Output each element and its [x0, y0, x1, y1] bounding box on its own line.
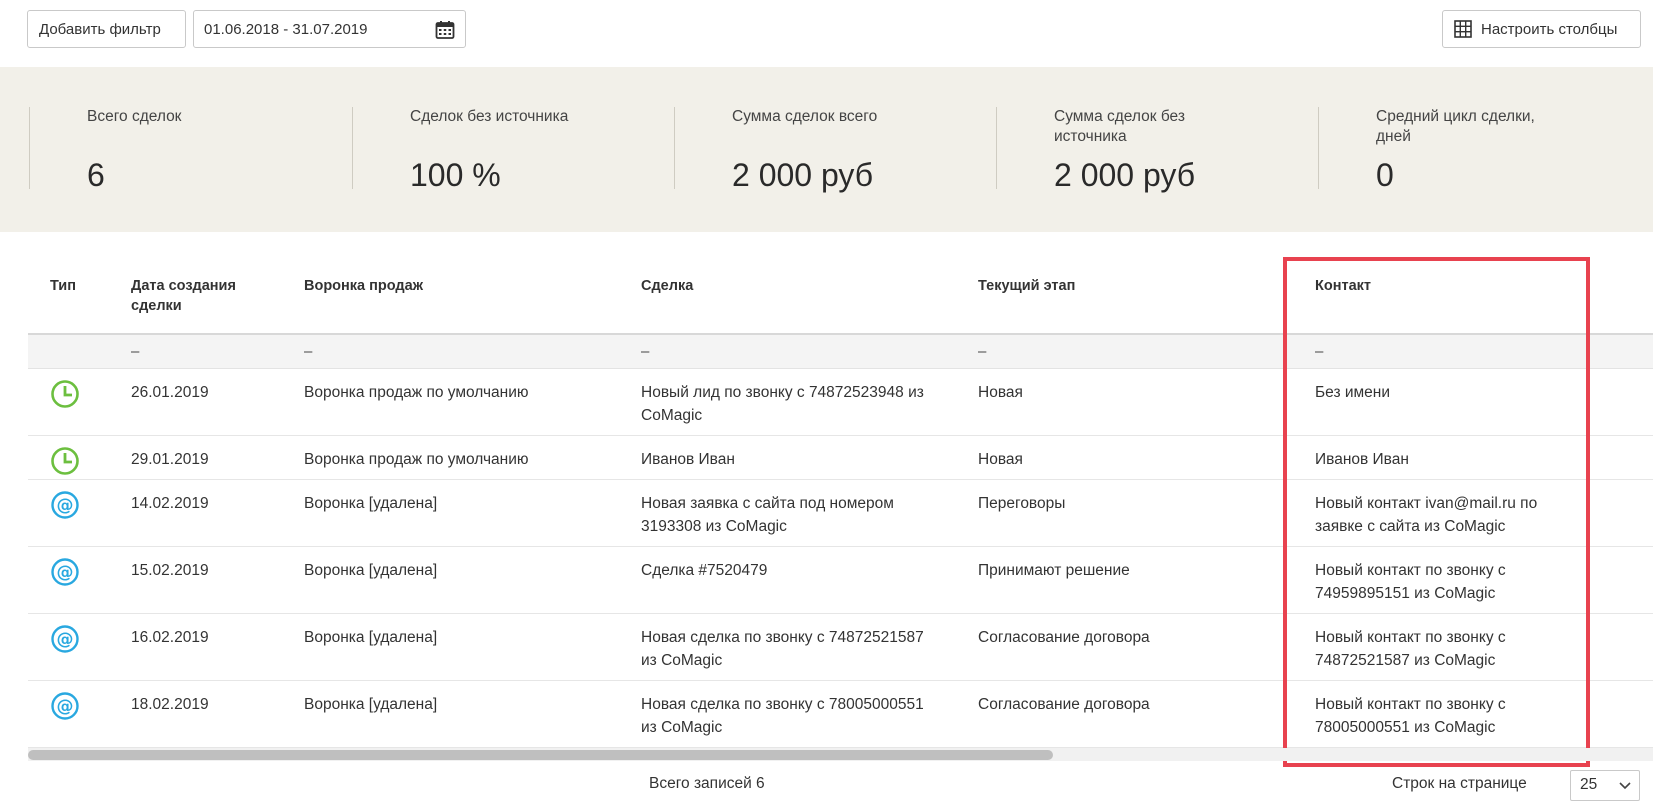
- svg-text:@: @: [57, 697, 74, 717]
- stat-label: Сумма сделок без источника: [1054, 108, 1185, 145]
- calendar-icon[interactable]: [435, 20, 455, 40]
- cell-deal[interactable]: Новая заявка с сайта под номером 3193308…: [641, 492, 931, 538]
- email-at-icon: @: [51, 558, 79, 586]
- svg-text:@: @: [57, 496, 74, 516]
- date-range-input[interactable]: 01.06.2018 - 31.07.2019: [193, 10, 466, 48]
- stat-value: 2 000 руб: [732, 157, 874, 193]
- column-filter-row: – – – – –: [28, 333, 1653, 369]
- cell-deal[interactable]: Новая сделка по звонку с 74872521587 из …: [641, 626, 931, 672]
- date-range-value: 01.06.2018 - 31.07.2019: [204, 20, 368, 38]
- cell-deal[interactable]: Новая сделка по звонку с 78005000551 из …: [641, 693, 931, 739]
- add-filter-button[interactable]: Добавить фильтр: [27, 10, 186, 48]
- cell-funnel: Воронка продаж по умолчанию: [304, 451, 529, 468]
- column-header-contact[interactable]: Контакт: [1315, 276, 1371, 296]
- toolbar: Добавить фильтр 01.06.2018 - 31.07.2019 …: [0, 0, 1653, 67]
- filter-stage[interactable]: –: [978, 343, 986, 360]
- table-row[interactable]: @18.02.2019 Воронка [удалена] Новая сделка…: [28, 681, 1653, 748]
- cell-funnel: Воронка [удалена]: [304, 696, 438, 713]
- clock-icon: [51, 380, 79, 408]
- table-header: Тип Дата создания сделки Воронка продаж …: [28, 256, 1653, 333]
- stat-total-deals: Всего сделок 6: [29, 107, 351, 193]
- svg-text:@: @: [57, 630, 74, 650]
- email-at-icon: @: [51, 491, 79, 519]
- cell-contact[interactable]: Без имени: [1315, 381, 1560, 404]
- stat-avg-deal-cycle: Средний цикл сделки, дней 0: [1318, 107, 1640, 193]
- column-header-funnel[interactable]: Воронка продаж: [304, 276, 423, 296]
- cell-contact[interactable]: Новый контакт по звонку с 78005000551 из…: [1315, 693, 1560, 739]
- cell-stage: Переговоры: [978, 495, 1066, 512]
- column-header-created[interactable]: Дата создания сделки: [131, 276, 251, 316]
- filter-deal[interactable]: –: [641, 343, 649, 360]
- column-header-type[interactable]: Тип: [50, 276, 76, 296]
- stat-deals-without-source: Сделок без источника 100 %: [352, 107, 674, 193]
- filter-created[interactable]: –: [131, 343, 139, 360]
- total-records: Всего записей 6: [649, 775, 765, 792]
- stats-panel: Всего сделок 6 Сделок без источника 100 …: [0, 67, 1653, 232]
- stat-label: Сделок без источника: [410, 108, 569, 125]
- clock-icon: [51, 447, 79, 475]
- cell-contact[interactable]: Иванов Иван: [1315, 448, 1560, 471]
- cell-deal[interactable]: Сделка #7520479: [641, 559, 931, 582]
- cell-deal[interactable]: Иванов Иван: [641, 448, 931, 471]
- cell-stage: Согласование договора: [978, 696, 1150, 713]
- stat-value: 0: [1376, 157, 1394, 193]
- column-header-stage[interactable]: Текущий этап: [978, 276, 1075, 296]
- cell-deal[interactable]: Новый лид по звонку с 74872523948 из CoM…: [641, 381, 931, 427]
- table-columns-icon: [1454, 20, 1472, 38]
- cell-created: 15.02.2019: [131, 562, 209, 579]
- stat-value: 6: [87, 157, 105, 193]
- cell-funnel: Воронка продаж по умолчанию: [304, 384, 529, 401]
- horizontal-scrollbar[interactable]: [28, 748, 1653, 761]
- stat-label: Всего сделок: [87, 108, 182, 125]
- cell-funnel: Воронка [удалена]: [304, 495, 438, 512]
- cell-contact[interactable]: Новый контакт по звонку с 74872521587 из…: [1315, 626, 1560, 672]
- cell-stage: Новая: [978, 451, 1023, 468]
- scrollbar-thumb[interactable]: [28, 750, 1053, 760]
- table-row[interactable]: 29.01.2019 Воронка продаж по умолчанию Ива…: [28, 436, 1653, 480]
- stat-value: 2 000 руб: [1054, 157, 1196, 193]
- stat-label: Средний цикл сделки, дней: [1376, 108, 1535, 145]
- stat-value: 100 %: [410, 157, 501, 193]
- cell-funnel: Воронка [удалена]: [304, 562, 438, 579]
- stat-deals-sum-without-source: Сумма сделок без источника 2 000 руб: [996, 107, 1318, 193]
- cell-created: 14.02.2019: [131, 495, 209, 512]
- svg-text:@: @: [57, 563, 74, 583]
- email-at-icon: @: [51, 692, 79, 720]
- cell-contact[interactable]: Новый контакт по звонку с 74959895151 из…: [1315, 559, 1560, 605]
- cell-stage: Принимают решение: [978, 562, 1130, 579]
- cell-created: 29.01.2019: [131, 451, 209, 468]
- filter-contact[interactable]: –: [1315, 343, 1323, 360]
- cell-contact[interactable]: Новый контакт ivan@mail.ru по заявке с с…: [1315, 492, 1560, 538]
- rows-per-page-label: Строк на странице: [1392, 775, 1527, 792]
- email-at-icon: @: [51, 625, 79, 653]
- table-row[interactable]: @16.02.2019 Воронка [удалена] Новая сделка…: [28, 614, 1653, 681]
- configure-columns-button[interactable]: Настроить столбцы: [1442, 10, 1641, 48]
- cell-created: 26.01.2019: [131, 384, 209, 401]
- column-header-deal[interactable]: Сделка: [641, 276, 693, 296]
- configure-columns-label: Настроить столбцы: [1481, 20, 1618, 38]
- cell-stage: Согласование договора: [978, 629, 1150, 646]
- stat-label: Сумма сделок всего: [732, 108, 878, 125]
- cell-created: 16.02.2019: [131, 629, 209, 646]
- rows-per-page-value: 25: [1580, 776, 1598, 793]
- cell-funnel: Воронка [удалена]: [304, 629, 438, 646]
- stat-deals-sum-total: Сумма сделок всего 2 000 руб: [674, 107, 996, 193]
- cell-created: 18.02.2019: [131, 696, 209, 713]
- cell-stage: Новая: [978, 384, 1023, 401]
- table-row[interactable]: @15.02.2019 Воронка [удалена] Сделка #7520…: [28, 547, 1653, 614]
- rows-per-page-select[interactable]: 25: [1570, 770, 1640, 801]
- table-row[interactable]: @14.02.2019 Воронка [удалена] Новая заявка…: [28, 480, 1653, 547]
- filter-funnel[interactable]: –: [304, 343, 312, 360]
- table-row[interactable]: 26.01.2019 Воронка продаж по умолчанию Нов…: [28, 369, 1653, 436]
- chevron-down-icon: [1619, 782, 1631, 790]
